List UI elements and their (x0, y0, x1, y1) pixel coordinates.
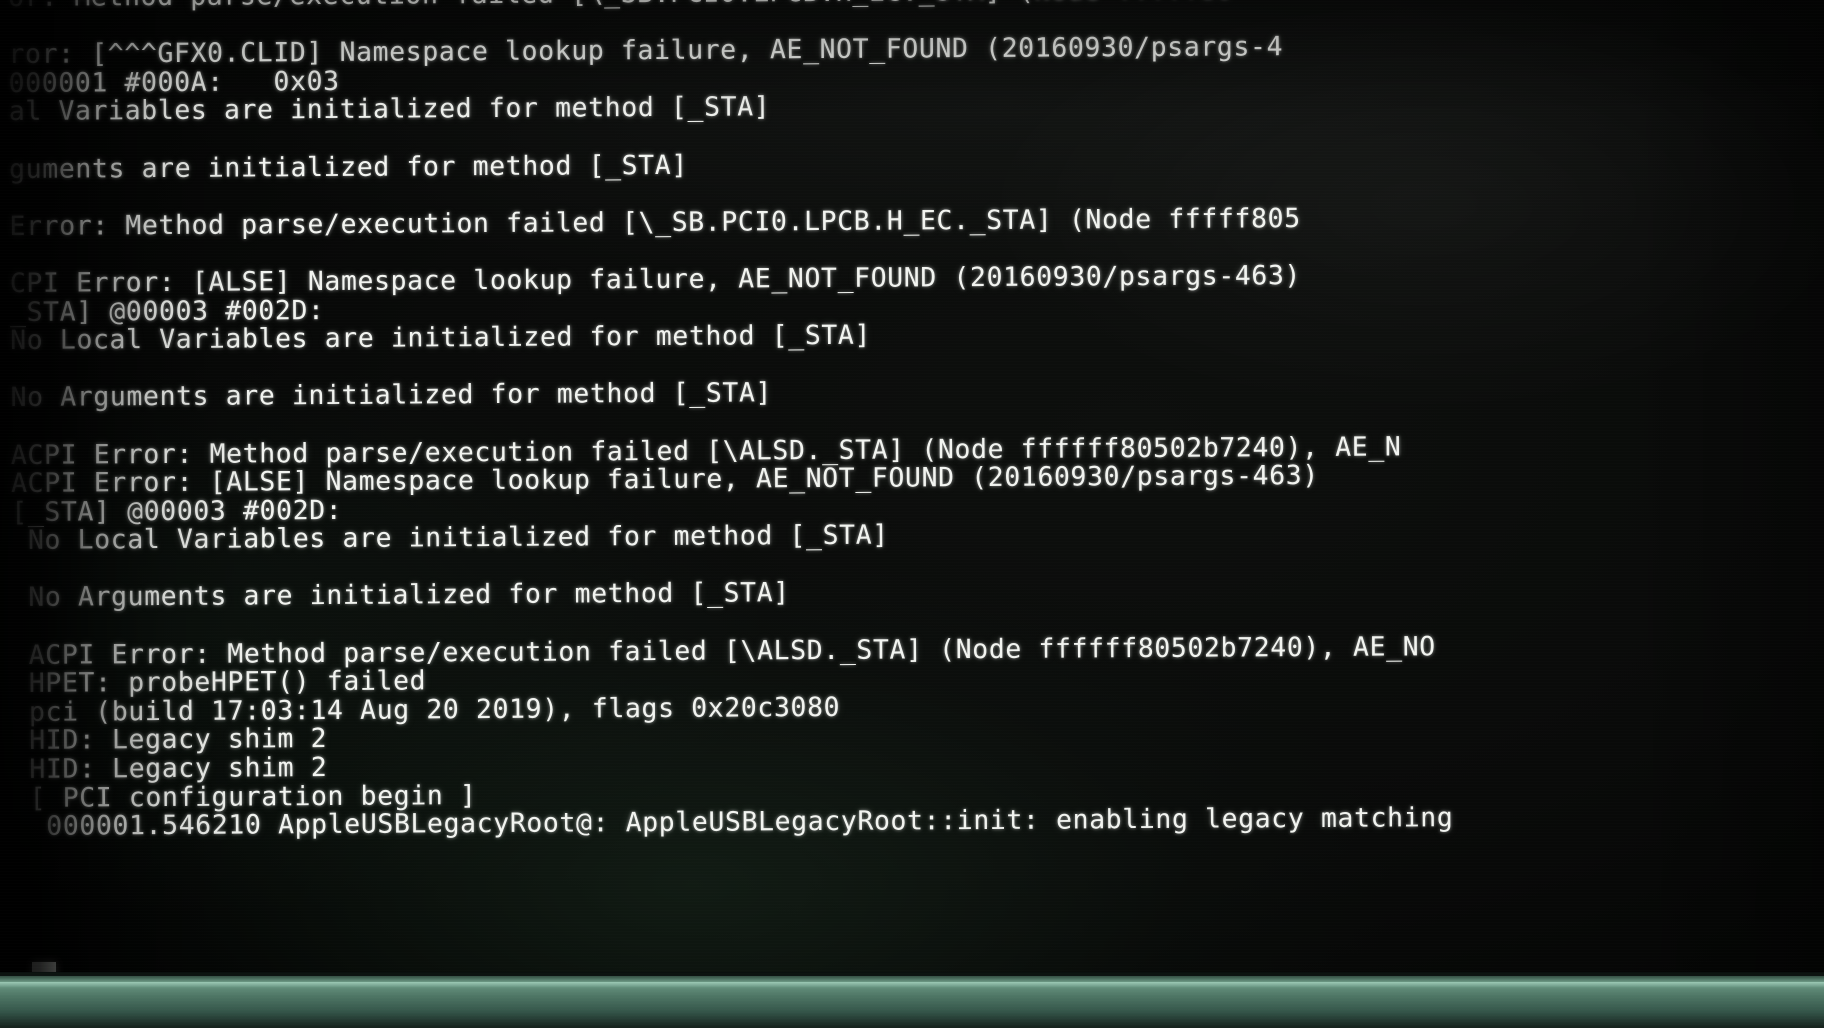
bezel-highlight (0, 982, 1824, 988)
bezel-inner-edge (0, 972, 1824, 976)
screen-photo: or: Method parse/execution failed [\_SB.… (0, 0, 1824, 1028)
console-output: or: Method parse/execution failed [\_SB.… (0, 0, 1824, 842)
monitor-bezel (0, 972, 1824, 1028)
monitor-panel: or: Method parse/execution failed [\_SB.… (0, 0, 1824, 1028)
